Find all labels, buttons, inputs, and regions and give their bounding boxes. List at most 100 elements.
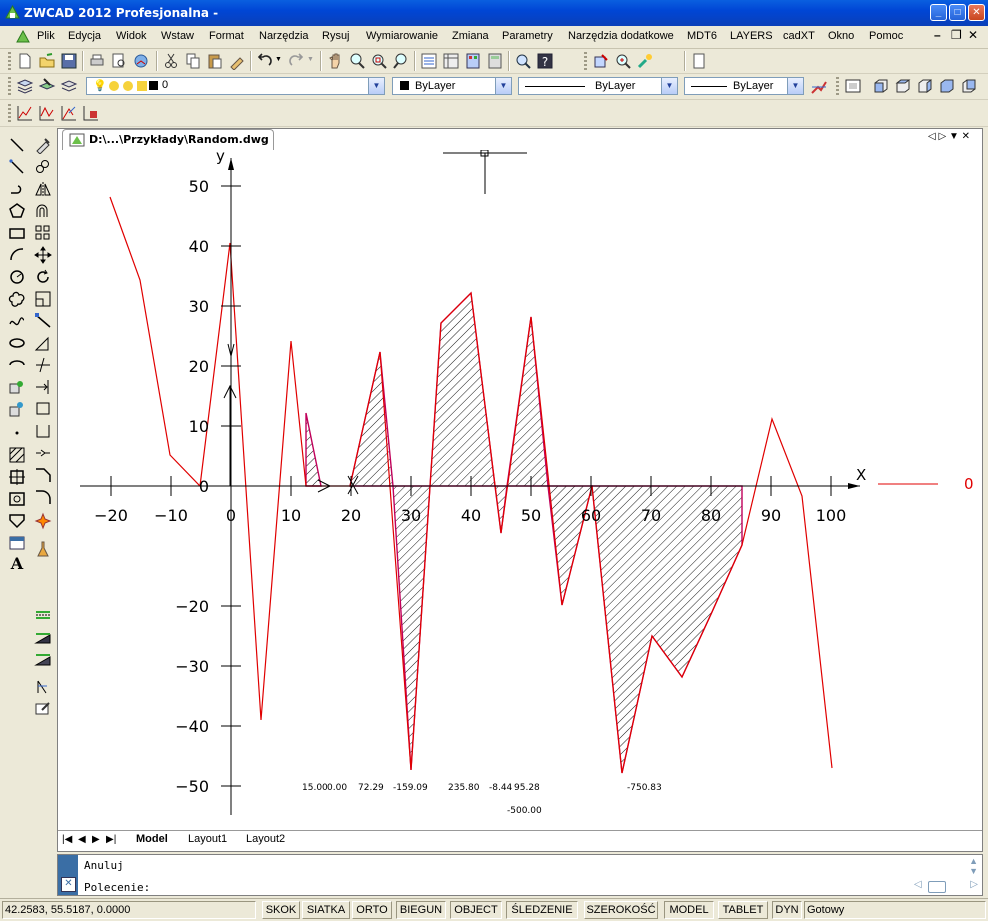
- tab-layout2[interactable]: Layout2: [246, 833, 285, 845]
- boundary-icon[interactable]: [8, 468, 26, 486]
- menu-wymiarowanie[interactable]: Wymiarowanie: [366, 30, 438, 42]
- chevron-down-icon[interactable]: ▼: [787, 78, 803, 94]
- drawing-canvas[interactable]: −20 −10 0 10 20 30 40 50 60 70 80 90 100 10 20 30 40 50 0…: [58, 150, 982, 830]
- tracking-toggle[interactable]: ŚLEDZENIE: [506, 901, 578, 919]
- menu-wstaw[interactable]: Wstaw: [161, 30, 194, 42]
- chart-values-icon[interactable]: [38, 104, 56, 122]
- tool-palettes-icon[interactable]: [464, 52, 482, 70]
- print-preview-icon[interactable]: [110, 52, 128, 70]
- tab-list-icon[interactable]: ▼: [949, 131, 959, 142]
- chamfer-icon[interactable]: [34, 466, 52, 484]
- point-icon[interactable]: [8, 424, 26, 442]
- ellipse-icon[interactable]: [8, 334, 26, 352]
- offset-icon[interactable]: [34, 202, 52, 220]
- zoom-extents-icon[interactable]: [614, 52, 632, 70]
- design-center-icon[interactable]: [442, 52, 460, 70]
- help-icon[interactable]: ?: [536, 52, 554, 70]
- scroll-right-icon[interactable]: ▷: [970, 879, 978, 890]
- command-prompt[interactable]: Polecenie:: [84, 881, 150, 894]
- last-tab-icon[interactable]: ▶|: [106, 834, 116, 845]
- calculator-icon[interactable]: [486, 52, 504, 70]
- dim-angular-icon[interactable]: [34, 650, 52, 668]
- render-icon[interactable]: [636, 52, 654, 70]
- line-icon[interactable]: [8, 136, 26, 154]
- close-icon[interactable]: ✕: [61, 877, 76, 892]
- explode-icon[interactable]: [34, 512, 52, 530]
- join-icon[interactable]: [34, 444, 52, 462]
- menu-edycja[interactable]: Edycja: [68, 30, 101, 42]
- view-top-icon[interactable]: [894, 77, 912, 95]
- layer-previous-icon[interactable]: [60, 77, 78, 95]
- mtext-icon[interactable]: A: [8, 554, 26, 573]
- stretch-icon[interactable]: [34, 312, 52, 330]
- zoom-realtime-icon[interactable]: [348, 52, 366, 70]
- menu-layers[interactable]: LAYERS: [730, 30, 773, 42]
- toolbar-grip[interactable]: [8, 77, 11, 95]
- menu-pomoc[interactable]: Pomoc: [869, 30, 903, 42]
- menu-plik[interactable]: Plik: [37, 30, 55, 42]
- menu-okno[interactable]: Okno: [828, 30, 854, 42]
- zoom-previous-icon[interactable]: [392, 52, 410, 70]
- break-icon[interactable]: [34, 400, 52, 418]
- undo-icon[interactable]: [256, 52, 274, 70]
- block-edit-icon[interactable]: [592, 52, 610, 70]
- pan-icon[interactable]: [326, 52, 344, 70]
- horizontal-scrollbar-thumb[interactable]: [928, 881, 946, 893]
- color-combo[interactable]: ByLayer ▼: [392, 77, 512, 95]
- scroll-up-icon[interactable]: ▲: [969, 856, 978, 866]
- dyn-toggle[interactable]: DYN: [772, 901, 802, 919]
- prev-tab-icon[interactable]: ◀: [78, 834, 86, 845]
- make-block-icon[interactable]: [8, 400, 26, 418]
- menu-rysuj[interactable]: Rysuj: [322, 30, 350, 42]
- copy-object-icon[interactable]: [34, 158, 52, 176]
- minimize-button[interactable]: _: [930, 4, 947, 21]
- chart-delete-icon[interactable]: [82, 104, 100, 122]
- toolbar-grip[interactable]: [584, 52, 587, 70]
- tab-layout1[interactable]: Layout1: [188, 833, 227, 845]
- mdi-close-button[interactable]: ✕: [968, 28, 978, 42]
- circle-icon[interactable]: [8, 268, 26, 286]
- new-file-icon[interactable]: [16, 52, 34, 70]
- chevron-down-icon[interactable]: ▼: [495, 78, 511, 94]
- menu-widok[interactable]: Widok: [116, 30, 147, 42]
- chart-area-icon[interactable]: [60, 104, 78, 122]
- dim-linear-icon[interactable]: [34, 606, 52, 624]
- scale-icon[interactable]: [34, 290, 52, 308]
- mtext-table-icon[interactable]: [8, 534, 26, 552]
- mdi-restore-button[interactable]: ❐: [951, 28, 962, 42]
- tab-model[interactable]: Model: [136, 833, 168, 845]
- snap-toggle[interactable]: SKOK: [262, 901, 300, 919]
- mdi-minimize-button[interactable]: –: [934, 28, 941, 42]
- chevron-down-icon[interactable]: ▼: [661, 78, 677, 94]
- dim-edit-icon[interactable]: [34, 700, 52, 718]
- layer-state-icon[interactable]: [38, 77, 56, 95]
- lengthen-icon[interactable]: [34, 334, 52, 352]
- next-tab-icon[interactable]: ▶: [92, 834, 100, 845]
- polyline-icon[interactable]: [8, 180, 26, 198]
- toolbar-grip[interactable]: [8, 104, 11, 122]
- erase-icon[interactable]: [34, 136, 52, 154]
- save-icon[interactable]: [60, 52, 78, 70]
- rectangle-icon[interactable]: [8, 224, 26, 242]
- zoom-window-icon[interactable]: [370, 52, 388, 70]
- table-icon[interactable]: [8, 512, 26, 530]
- tablet-toggle[interactable]: TABLET: [718, 901, 768, 919]
- mirror-icon[interactable]: [34, 180, 52, 198]
- redo-dropdown-icon[interactable]: ▼: [307, 56, 314, 63]
- move-icon[interactable]: [34, 246, 52, 264]
- redo-icon[interactable]: [287, 52, 305, 70]
- tab-next-icon[interactable]: ▷: [938, 131, 946, 142]
- clean-icon[interactable]: [34, 540, 52, 558]
- doc-logo-icon[interactable]: [16, 30, 30, 44]
- lineweight-combo[interactable]: ByLayer ▼: [684, 77, 804, 95]
- insert-block-icon[interactable]: [8, 378, 26, 396]
- rotate-icon[interactable]: [34, 268, 52, 286]
- properties-icon[interactable]: [420, 52, 438, 70]
- menu-narzedzia-dodatkowe[interactable]: Narzędzia dodatkowe: [568, 30, 674, 42]
- fillet-icon[interactable]: [34, 488, 52, 506]
- view-front-icon[interactable]: [872, 77, 890, 95]
- extend-icon[interactable]: [34, 378, 52, 396]
- maximize-button[interactable]: □: [949, 4, 966, 21]
- break-at-point-icon[interactable]: [34, 422, 52, 440]
- cut-icon[interactable]: [162, 52, 180, 70]
